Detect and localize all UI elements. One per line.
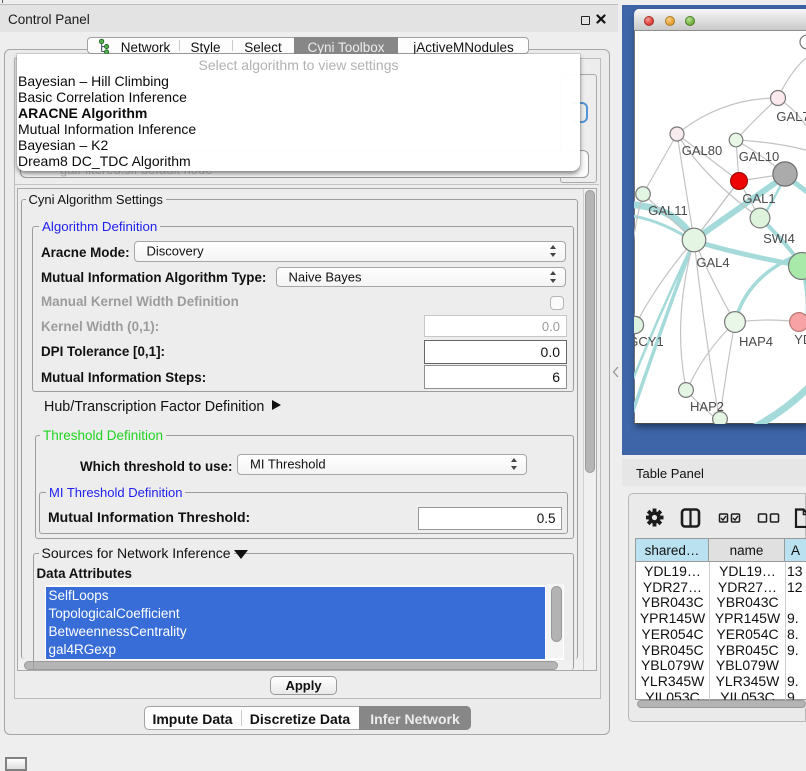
svg-text:GAL80: GAL80 <box>682 143 722 158</box>
svg-text:GAL1: GAL1 <box>742 191 775 206</box>
svg-text:HAP2: HAP2 <box>690 399 724 414</box>
svg-text:GAL11: GAL11 <box>648 203 688 218</box>
svg-text:GAL10: GAL10 <box>739 149 779 164</box>
svg-text:SWI4: SWI4 <box>763 231 795 246</box>
svg-text:HAP4: HAP4 <box>739 334 773 349</box>
svg-text:GAL4: GAL4 <box>696 255 729 270</box>
svg-text:GAL7: GAL7 <box>776 109 806 124</box>
svg-text:YDR: YDR <box>794 332 806 347</box>
svg-text:GCY1: GCY1 <box>634 334 664 349</box>
